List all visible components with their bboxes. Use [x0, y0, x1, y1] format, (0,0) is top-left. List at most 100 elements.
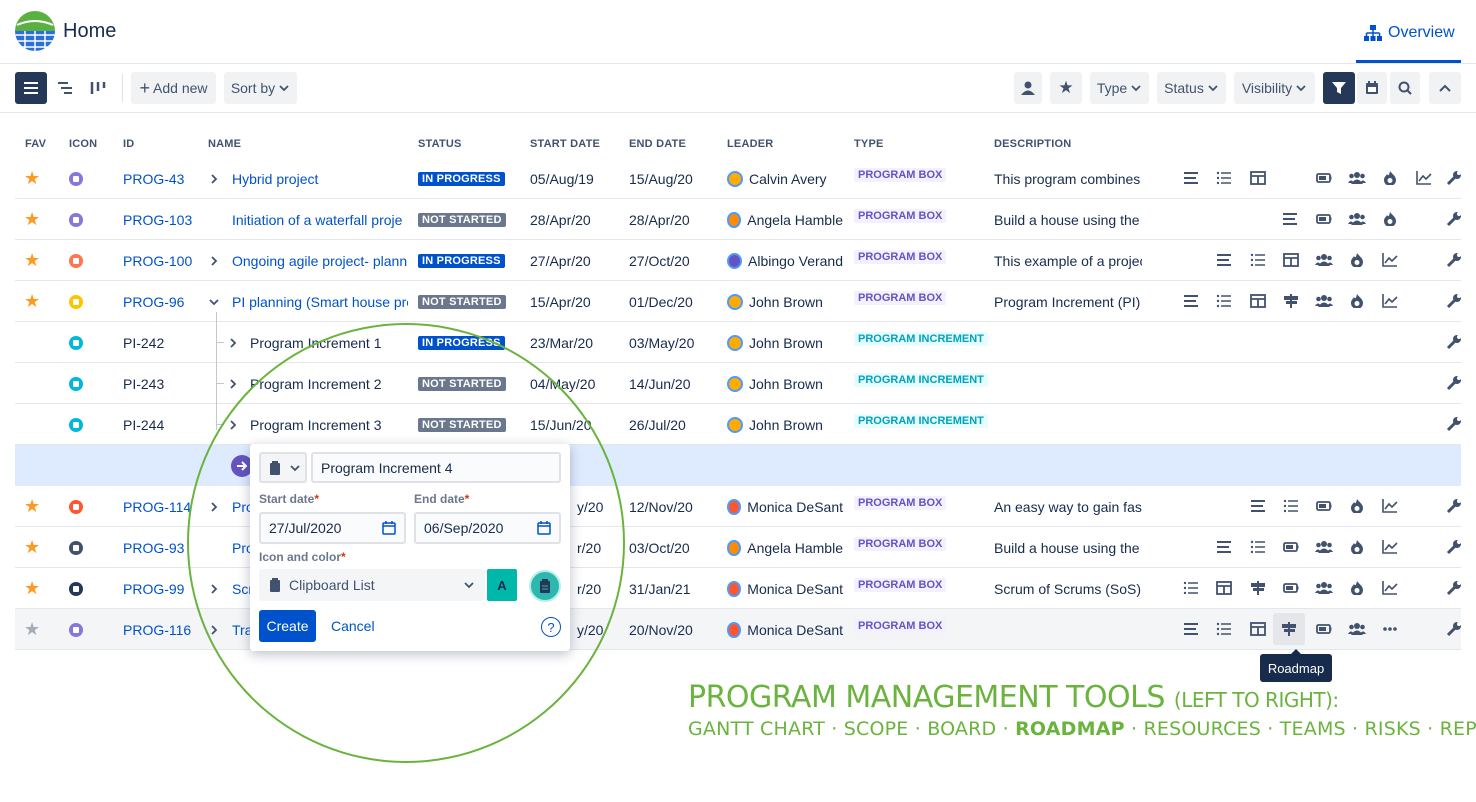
settings-icon[interactable] — [1444, 414, 1464, 434]
risks-icon[interactable] — [1347, 578, 1367, 598]
chevron-right-icon[interactable] — [208, 486, 220, 527]
item-id[interactable]: PROG-99 — [123, 568, 184, 609]
chevron-down-icon[interactable] — [208, 281, 220, 322]
teams-icon[interactable] — [1347, 209, 1367, 229]
risks-icon[interactable] — [1380, 209, 1400, 229]
item-id[interactable]: PROG-114 — [123, 486, 191, 527]
cancel-button[interactable]: Cancel — [331, 618, 375, 634]
board-icon[interactable] — [1248, 291, 1268, 311]
gantt-icon[interactable] — [1181, 168, 1201, 188]
table-row[interactable]: PI-242 Program Increment 1 IN PROGRESS 23/M… — [15, 322, 1461, 363]
reports-icon[interactable] — [1380, 578, 1400, 598]
favorite-star-icon[interactable]: ★ — [24, 240, 40, 281]
risks-icon[interactable] — [1347, 496, 1367, 516]
collapse-button[interactable] — [1429, 72, 1461, 104]
resources-icon[interactable] — [1314, 496, 1334, 516]
item-id[interactable]: PROG-93 — [123, 527, 184, 568]
reports-icon[interactable] — [1380, 291, 1400, 311]
risks-icon[interactable] — [1347, 537, 1367, 557]
reports-icon[interactable] — [1414, 168, 1434, 188]
gantt-icon[interactable] — [1280, 209, 1300, 229]
teams-icon[interactable] — [1314, 291, 1334, 311]
settings-icon[interactable] — [1444, 168, 1464, 188]
favorite-star-icon[interactable]: ★ — [24, 199, 40, 240]
item-name[interactable]: Hybrid project — [232, 158, 408, 199]
overview-tab[interactable]: Overview — [1364, 24, 1455, 42]
settings-icon[interactable] — [1444, 537, 1464, 557]
item-id[interactable]: PROG-116 — [123, 609, 191, 650]
icon-picker[interactable] — [259, 452, 307, 483]
chevron-right-icon[interactable] — [227, 363, 239, 404]
settings-icon[interactable] — [1444, 291, 1464, 311]
create-button[interactable]: Create — [259, 610, 316, 642]
item-id[interactable]: PROG-96 — [123, 281, 184, 322]
scope-icon[interactable] — [1281, 496, 1301, 516]
more-icon[interactable] — [1380, 619, 1400, 639]
end-date-input[interactable]: 06/Sep/2020 — [414, 512, 561, 544]
table-row[interactable]: ★ PROG-93 Pro r/20 03/Oct/20 Angela Hamble PRO… — [15, 527, 1461, 568]
type-filter-button[interactable]: Type — [1090, 72, 1149, 104]
chevron-right-icon[interactable] — [208, 240, 220, 281]
scope-icon[interactable] — [1214, 291, 1234, 311]
table-row[interactable]: ★ PROG-116 Tra y/20 20/Nov/20 Monica DeSant PR… — [15, 609, 1461, 650]
chevron-right-icon[interactable] — [208, 609, 220, 650]
gantt-icon[interactable] — [1181, 291, 1201, 311]
start-date-input[interactable]: 27/Jul/2020 — [259, 512, 406, 544]
resources-icon[interactable] — [1314, 619, 1334, 639]
chevron-right-icon[interactable] — [227, 322, 239, 363]
table-row[interactable]: ★ PROG-96 PI planning (Smart house pro NOT … — [15, 281, 1461, 322]
item-id[interactable]: PROG-43 — [123, 158, 184, 199]
gantt-icon[interactable] — [1214, 250, 1234, 270]
scope-icon[interactable] — [1181, 578, 1201, 598]
color-picker-button[interactable]: A — [487, 569, 517, 601]
item-name-input[interactable]: Program Increment 4 — [311, 452, 561, 483]
app-logo[interactable] — [15, 11, 55, 51]
resources-icon[interactable] — [1281, 578, 1301, 598]
item-name[interactable]: Ongoing agile project- planni — [232, 240, 408, 281]
search-button[interactable] — [1390, 72, 1420, 104]
favorite-star-icon[interactable]: ★ — [24, 568, 40, 609]
tree-view-button[interactable] — [49, 72, 81, 104]
favorite-star-icon[interactable]: ★ — [24, 158, 40, 199]
item-name[interactable]: Program Increment 3 — [250, 404, 408, 445]
help-icon[interactable]: ? — [541, 617, 561, 637]
teams-icon[interactable] — [1347, 168, 1367, 188]
filter-button[interactable] — [1323, 72, 1355, 104]
board-view-button[interactable] — [82, 72, 114, 104]
sort-by-button[interactable]: Sort by — [224, 72, 297, 104]
reports-icon[interactable] — [1380, 496, 1400, 516]
scope-icon[interactable] — [1248, 537, 1268, 557]
teams-icon[interactable] — [1347, 619, 1367, 639]
resources-icon[interactable] — [1314, 209, 1334, 229]
item-name[interactable]: PI planning (Smart house pro — [232, 281, 408, 322]
table-row[interactable]: ★ PROG-100 Ongoing agile project- planni IN… — [15, 240, 1461, 281]
settings-icon[interactable] — [1444, 619, 1464, 639]
resources-icon[interactable] — [1314, 168, 1334, 188]
favorite-filter-button[interactable]: ★ — [1050, 72, 1082, 104]
chevron-right-icon[interactable] — [208, 568, 220, 609]
calendar-button[interactable] — [1357, 72, 1387, 104]
table-row[interactable]: ★ PROG-99 Scr r/20 31/Jan/21 Monica DeSant PRO… — [15, 568, 1461, 609]
icon-select[interactable]: Clipboard List — [259, 569, 485, 601]
chevron-right-icon[interactable] — [227, 404, 239, 445]
teams-icon[interactable] — [1314, 537, 1334, 557]
board-icon[interactable] — [1248, 168, 1268, 188]
item-name[interactable]: Initiation of a waterfall proje — [232, 199, 408, 240]
favorite-star-icon[interactable]: ★ — [24, 609, 40, 650]
table-row[interactable]: ★ PROG-43 Hybrid project IN PROGRESS 05/Aug/… — [15, 158, 1461, 199]
settings-icon[interactable] — [1444, 332, 1464, 352]
settings-icon[interactable] — [1444, 373, 1464, 393]
board-icon[interactable] — [1214, 578, 1234, 598]
board-icon[interactable] — [1248, 619, 1268, 639]
table-row[interactable]: ★ PROG-103 Initiation of a waterfall proje… — [15, 199, 1461, 240]
settings-icon[interactable] — [1444, 209, 1464, 229]
settings-icon[interactable] — [1444, 496, 1464, 516]
scope-icon[interactable] — [1214, 168, 1234, 188]
table-row[interactable]: ★ PROG-114 Pro y/20 12/Nov/20 Monica DeSant PR… — [15, 486, 1461, 527]
roadmap-icon[interactable] — [1248, 578, 1268, 598]
roadmap-icon[interactable] — [1273, 613, 1305, 645]
reports-icon[interactable] — [1380, 250, 1400, 270]
chevron-right-icon[interactable] — [208, 158, 220, 199]
favorite-star-icon[interactable]: ★ — [24, 281, 40, 322]
visibility-filter-button[interactable]: Visibility — [1234, 72, 1315, 104]
